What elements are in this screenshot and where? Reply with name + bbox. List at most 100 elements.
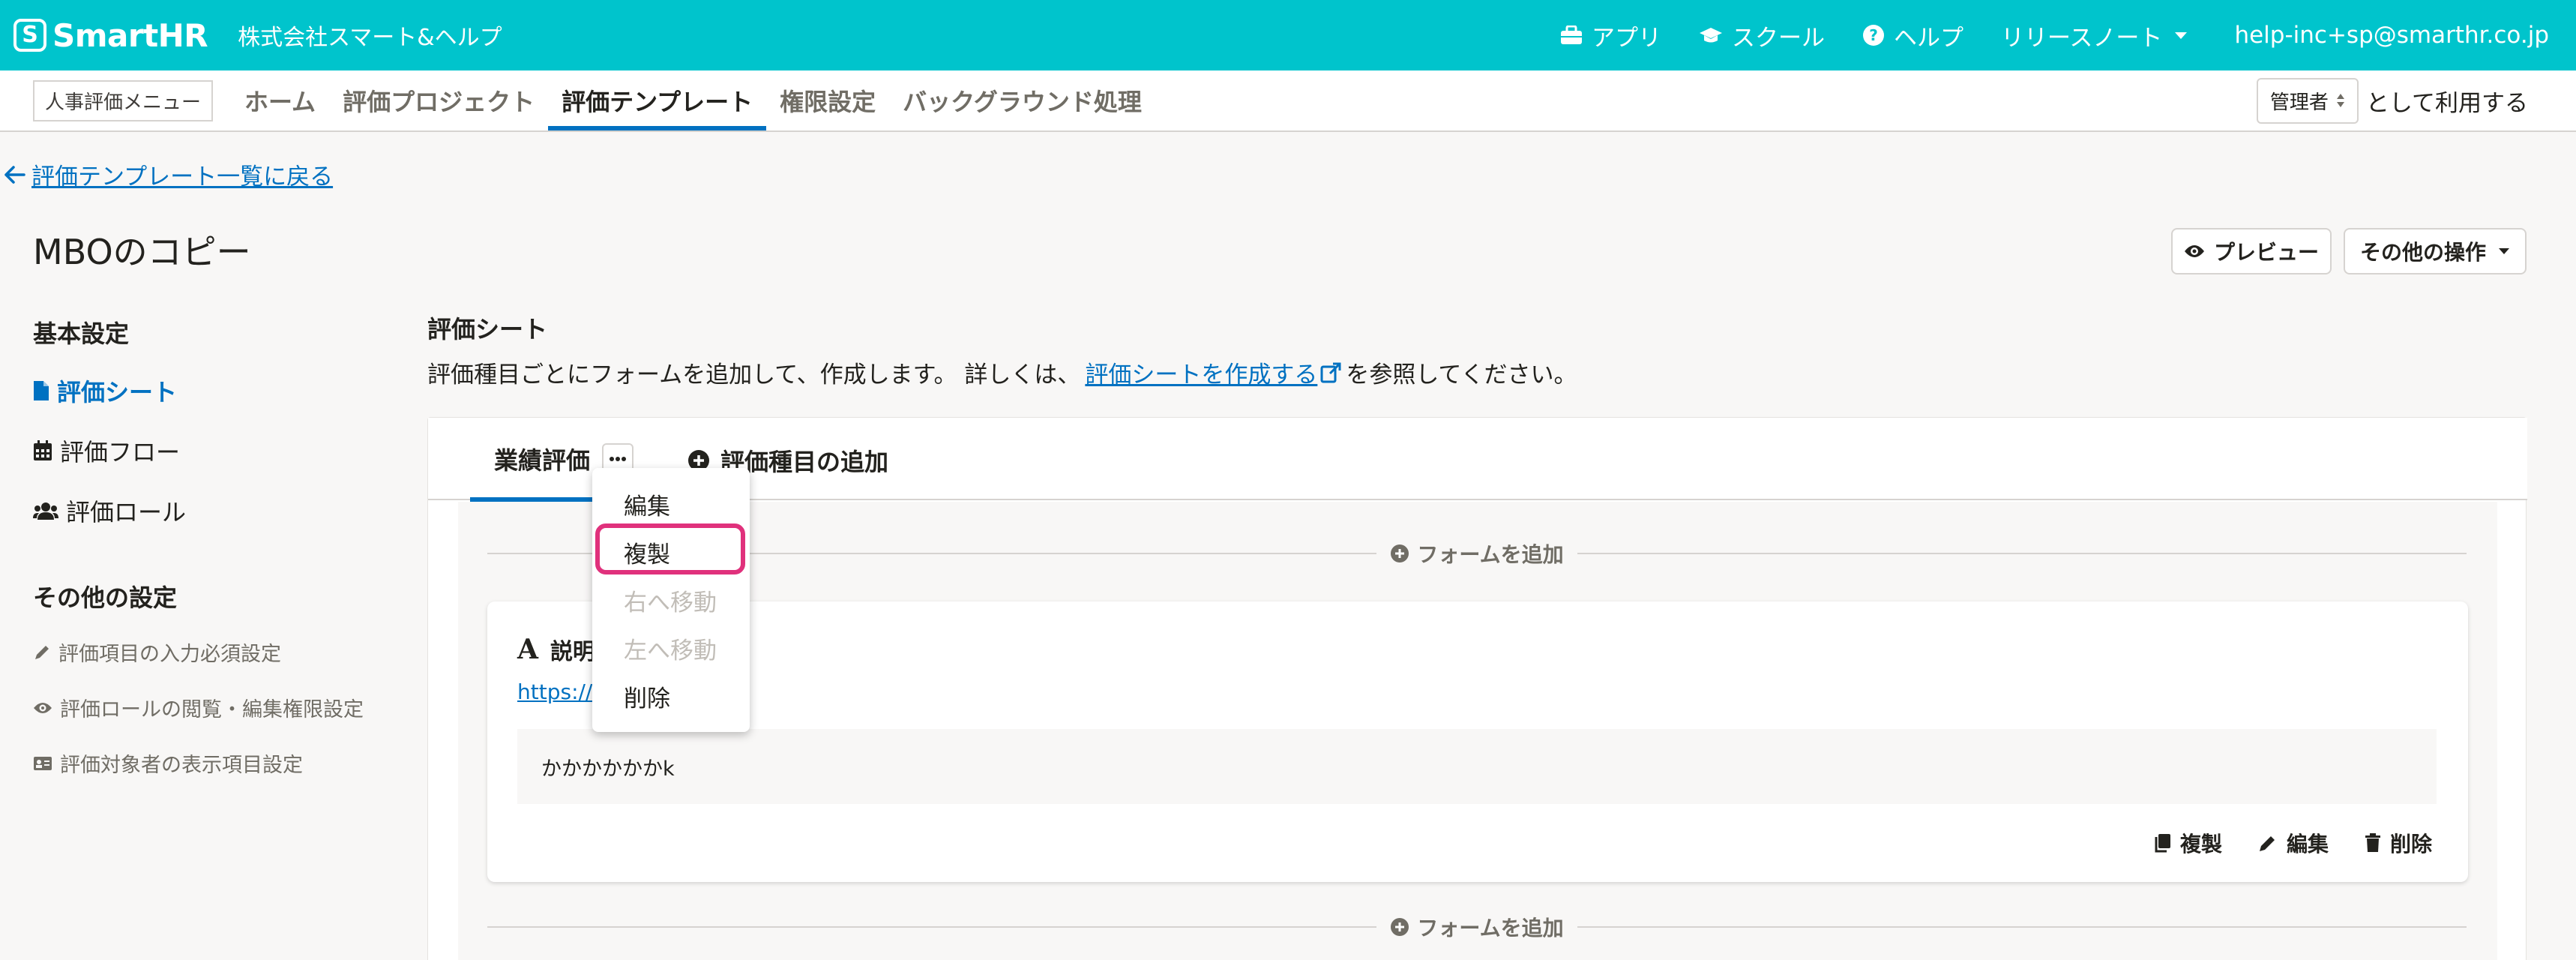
role-select[interactable]: 管理者 [2256,77,2359,124]
logo-text: SmartHR [52,16,208,54]
section-description: 評価種目ごとにフォームを追加して、作成します。 詳しくは、 評価シートを作成する… [427,356,1577,389]
sub-navigation: 人事評価メニュー ホーム 評価プロジェクト 評価テンプレート 権限設定 バックグ… [0,70,2576,132]
tab-options-dropdown: 編集 複製 右へ移動 左へ移動 削除 [592,468,750,732]
sidebar-item-label: 評価フロー [60,438,181,466]
role-switcher: 管理者 として利用する [2256,77,2528,124]
plus-circle-icon [1391,918,1409,936]
sidebar-item-evaluation-flow[interactable]: 評価フロー [33,434,180,468]
help-label: ヘルプ [1893,24,1963,52]
external-link-icon [1320,362,1341,382]
pencil-icon [35,645,49,659]
file-icon [34,381,49,400]
tab-home[interactable]: ホーム [231,70,329,130]
tab-evaluation-templates[interactable]: 評価テンプレート [548,70,767,130]
pencil-icon [2259,836,2275,851]
add-form-divider-bottom: フォームを追加 [487,914,2467,940]
question-circle-icon: ? [1862,25,1884,46]
add-form-label: フォームを追加 [1417,916,1564,940]
users-icon [33,502,58,520]
copy-icon [2155,834,2170,853]
sidebar-item-label: 評価項目の入力必須設定 [58,643,281,666]
graduation-cap-icon [1699,28,1722,43]
preview-label: プレビュー [2213,240,2319,265]
school-link[interactable]: スクール [1699,19,1825,52]
tab-evaluation-projects[interactable]: 評価プロジェクト [329,70,548,130]
menu-label: 人事評価メニュー [33,80,214,122]
sidebar-item-label: 評価ロール [66,498,187,526]
other-actions-label: その他の操作 [2359,240,2486,265]
add-form-button[interactable]: フォームを追加 [1376,912,1577,942]
preview-button[interactable]: プレビュー [2171,228,2332,274]
form-card: A 説明 https://s かかかかかかk 複製 編集 削除 [487,602,2468,882]
description-text: 評価種目ごとにフォームを追加して、作成します。 詳しくは、 [427,362,1081,388]
section-title: 評価シート [427,315,548,344]
sidebar-item-role-permissions[interactable]: 評価ロールの閲覧・編集権限設定 [33,693,364,722]
sidebar-item-label: 評価対象者の表示項目設定 [60,754,303,777]
tab-label: 業績評価 [494,446,591,475]
form-url-link[interactable]: https://s [517,680,604,704]
svg-text:?: ? [1869,26,1878,44]
sidebar-item-label: 評価シート [57,378,178,406]
edit-label: 編集 [2286,832,2329,856]
ellipsis-icon [610,457,626,461]
basic-settings-heading: 基本設定 [33,320,130,348]
eye-icon [34,702,52,713]
toolbox-icon [1560,26,1582,44]
text-type-icon: A [517,634,538,665]
release-notes-label: リリースノート [2000,24,2163,52]
calendar-icon [34,440,52,460]
school-label: スクール [1731,24,1825,52]
logo-mark: S [13,19,46,52]
back-link-label: 評価テンプレート一覧に戻る [31,164,334,190]
caret-down-icon [2499,248,2509,254]
company-name: 株式会社スマート&ヘルプ [238,25,502,51]
plus-circle-icon [1391,544,1409,562]
add-form-label: フォームを追加 [1417,542,1564,567]
menu-item-edit[interactable]: 編集 [624,488,670,521]
user-email[interactable]: help-inc+sp@smarthr.co.jp [2234,22,2549,49]
menu-item-move-left: 左へ移動 [624,638,717,664]
header-links: アプリ スクール ? ヘルプ リリースノート help-inc+sp@smart… [1560,19,2549,52]
arrow-left-icon [4,165,25,184]
apps-link[interactable]: アプリ [1560,19,1661,52]
sidebar-item-display-fields[interactable]: 評価対象者の表示項目設定 [33,748,303,778]
back-to-template-list-link[interactable]: 評価テンプレート一覧に戻る [4,158,333,191]
smarthr-logo[interactable]: S SmartHR [13,17,208,54]
menu-item-delete[interactable]: 削除 [624,680,670,713]
top-header: S SmartHR 株式会社スマート&ヘルプ アプリ スクール ? ヘルプ リリ… [0,0,2576,70]
delete-form-button[interactable]: 削除 [2365,828,2432,858]
delete-label: 削除 [2389,832,2432,856]
form-title-label: 説明 [550,639,595,665]
duplicate-form-button[interactable]: 複製 [2153,828,2222,858]
add-form-divider-top: フォームを追加 [487,540,2467,567]
tab-permissions[interactable]: 権限設定 [766,70,889,130]
apps-label: アプリ [1591,24,1661,52]
form-text-content: かかかかかかk [517,729,2437,804]
menu-item-move-right: 右へ移動 [624,590,717,616]
sort-icon [2336,94,2344,107]
form-title: A 説明 [517,633,595,666]
help-article-link[interactable]: 評価シートを作成する [1085,356,1341,389]
release-notes-dropdown[interactable]: リリースノート [2001,19,2197,52]
description-text-end: を参照してください。 [1346,362,1577,388]
role-suffix: として利用する [2365,89,2528,117]
add-form-button[interactable]: フォームを追加 [1376,538,1577,568]
sidebar-item-label: 評価ロールの閲覧・編集権限設定 [60,698,364,722]
caret-down-icon [2175,32,2188,39]
edit-form-button[interactable]: 編集 [2258,828,2329,858]
help-article-label: 評価シートを作成する [1085,362,1318,388]
other-actions-button[interactable]: その他の操作 [2344,228,2527,274]
trash-icon [2365,833,2380,852]
eye-icon [2184,245,2204,257]
sidebar-item-evaluation-sheet[interactable]: 評価シート [33,374,177,408]
help-link[interactable]: ? ヘルプ [1862,19,1963,52]
form-actions: 複製 編集 削除 [2117,828,2432,858]
id-card-icon [34,756,52,770]
sidebar-item-evaluation-roles[interactable]: 評価ロール [33,494,186,528]
nav-tabs: ホーム 評価プロジェクト 評価テンプレート 権限設定 バックグラウンド処理 [231,70,1155,130]
tab-background-jobs[interactable]: バックグラウンド処理 [889,70,1155,130]
page-title: MBOのコピー [33,232,251,272]
duplicate-highlight-outline [595,524,745,574]
role-value: 管理者 [2269,91,2329,114]
sidebar-item-required-input[interactable]: 評価項目の入力必須設定 [33,638,281,667]
